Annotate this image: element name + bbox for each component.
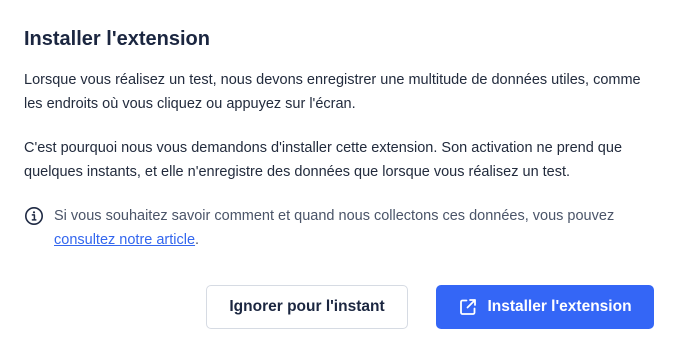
dialog-actions: Ignorer pour l'instant Installer l'exten…	[206, 285, 654, 329]
install-extension-button[interactable]: Installer l'extension	[436, 285, 654, 329]
ignore-button[interactable]: Ignorer pour l'instant	[206, 285, 408, 329]
dialog-title: Installer l'extension	[24, 28, 210, 50]
info-message: Si vous souhaitez savoir comment et quan…	[54, 208, 615, 224]
install-button-label: Installer l'extension	[487, 298, 632, 315]
info-circle-icon	[25, 207, 43, 225]
external-link-icon	[460, 299, 477, 315]
article-link[interactable]: consultez notre article	[54, 232, 195, 248]
install-extension-dialog: Installer l'extension Lorsque vous réali…	[0, 0, 679, 353]
info-suffix: .	[195, 232, 200, 248]
ignore-button-label: Ignorer pour l'instant	[229, 298, 385, 315]
info-text: Si vous souhaitez savoir comment et quan…	[54, 204, 655, 252]
description-paragraph-1: Lorsque vous réalisez un test, nous devo…	[24, 72, 641, 112]
info-notice: Si vous souhaitez savoir comment et quan…	[24, 204, 655, 252]
description-paragraph-2: C'est pourquoi nous vous demandons d'ins…	[24, 140, 623, 180]
